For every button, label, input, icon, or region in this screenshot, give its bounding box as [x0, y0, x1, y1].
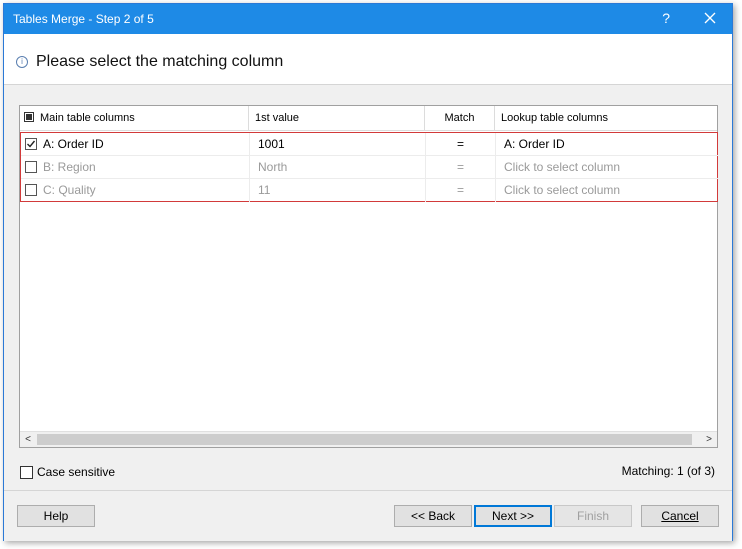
select-all-checkbox[interactable]	[24, 112, 34, 122]
column-header-main-label: Main table columns	[40, 112, 135, 124]
cancel-button-label: Cancel	[661, 509, 699, 523]
window-title: Tables Merge - Step 2 of 5	[13, 12, 154, 26]
table-row[interactable]: C: Quality 11 = Click to select column	[21, 179, 718, 202]
scroll-right-icon[interactable]: >	[701, 432, 717, 447]
lookup-column-cell[interactable]: A: Order ID	[496, 133, 718, 156]
scroll-left-icon[interactable]: <	[20, 432, 36, 447]
button-bar: Help << Back Next >> Finish Cancel	[4, 490, 732, 541]
close-icon[interactable]	[702, 8, 718, 28]
first-value-cell: 11	[250, 179, 426, 202]
column-header-lookup[interactable]: Lookup table columns	[495, 106, 717, 130]
first-value-cell: 1001	[250, 133, 426, 156]
column-header-first-value[interactable]: 1st value	[249, 106, 425, 130]
table-row[interactable]: A: Order ID 1001 = A: Order ID	[21, 133, 718, 156]
case-sensitive-checkbox[interactable]	[20, 466, 33, 479]
case-sensitive-label[interactable]: Case sensitive	[37, 465, 115, 479]
main-column-cell: A: Order ID	[21, 133, 250, 156]
back-button[interactable]: << Back	[394, 505, 472, 527]
matching-columns-grid: Main table columns 1st value Match Looku…	[19, 105, 718, 448]
lookup-column-cell[interactable]: Click to select column	[496, 179, 718, 202]
page-title: Please select the matching column	[36, 53, 284, 70]
tables-merge-dialog: Tables Merge - Step 2 of 5 ? i Please se…	[3, 3, 733, 541]
rows-highlight: A: Order ID 1001 = A: Order ID B: Region…	[20, 132, 718, 202]
match-cell: =	[426, 156, 496, 179]
table-row[interactable]: B: Region North = Click to select column	[21, 156, 718, 179]
help-button[interactable]: Help	[17, 505, 95, 527]
column-header-main[interactable]: Main table columns	[20, 106, 249, 130]
column-header-match[interactable]: Match	[425, 106, 495, 130]
next-button[interactable]: Next >>	[474, 505, 552, 527]
match-cell: =	[426, 179, 496, 202]
title-bar: Tables Merge - Step 2 of 5 ?	[4, 4, 732, 34]
main-column-cell: B: Region	[21, 156, 250, 179]
info-icon: i	[16, 56, 28, 68]
grid-header: Main table columns 1st value Match Looku…	[20, 106, 717, 131]
main-column-cell: C: Quality	[21, 179, 250, 202]
matching-count: Matching: 1 (of 3)	[621, 464, 715, 478]
horizontal-scrollbar[interactable]: < >	[20, 431, 717, 447]
scrollbar-thumb[interactable]	[37, 434, 692, 445]
wizard-header: i Please select the matching column	[4, 34, 732, 85]
match-cell: =	[426, 133, 496, 156]
first-value-cell: North	[250, 156, 426, 179]
lookup-column-cell[interactable]: Click to select column	[496, 156, 718, 179]
finish-button[interactable]: Finish	[554, 505, 632, 527]
cancel-button[interactable]: Cancel	[641, 505, 719, 527]
help-icon[interactable]: ?	[662, 10, 670, 26]
